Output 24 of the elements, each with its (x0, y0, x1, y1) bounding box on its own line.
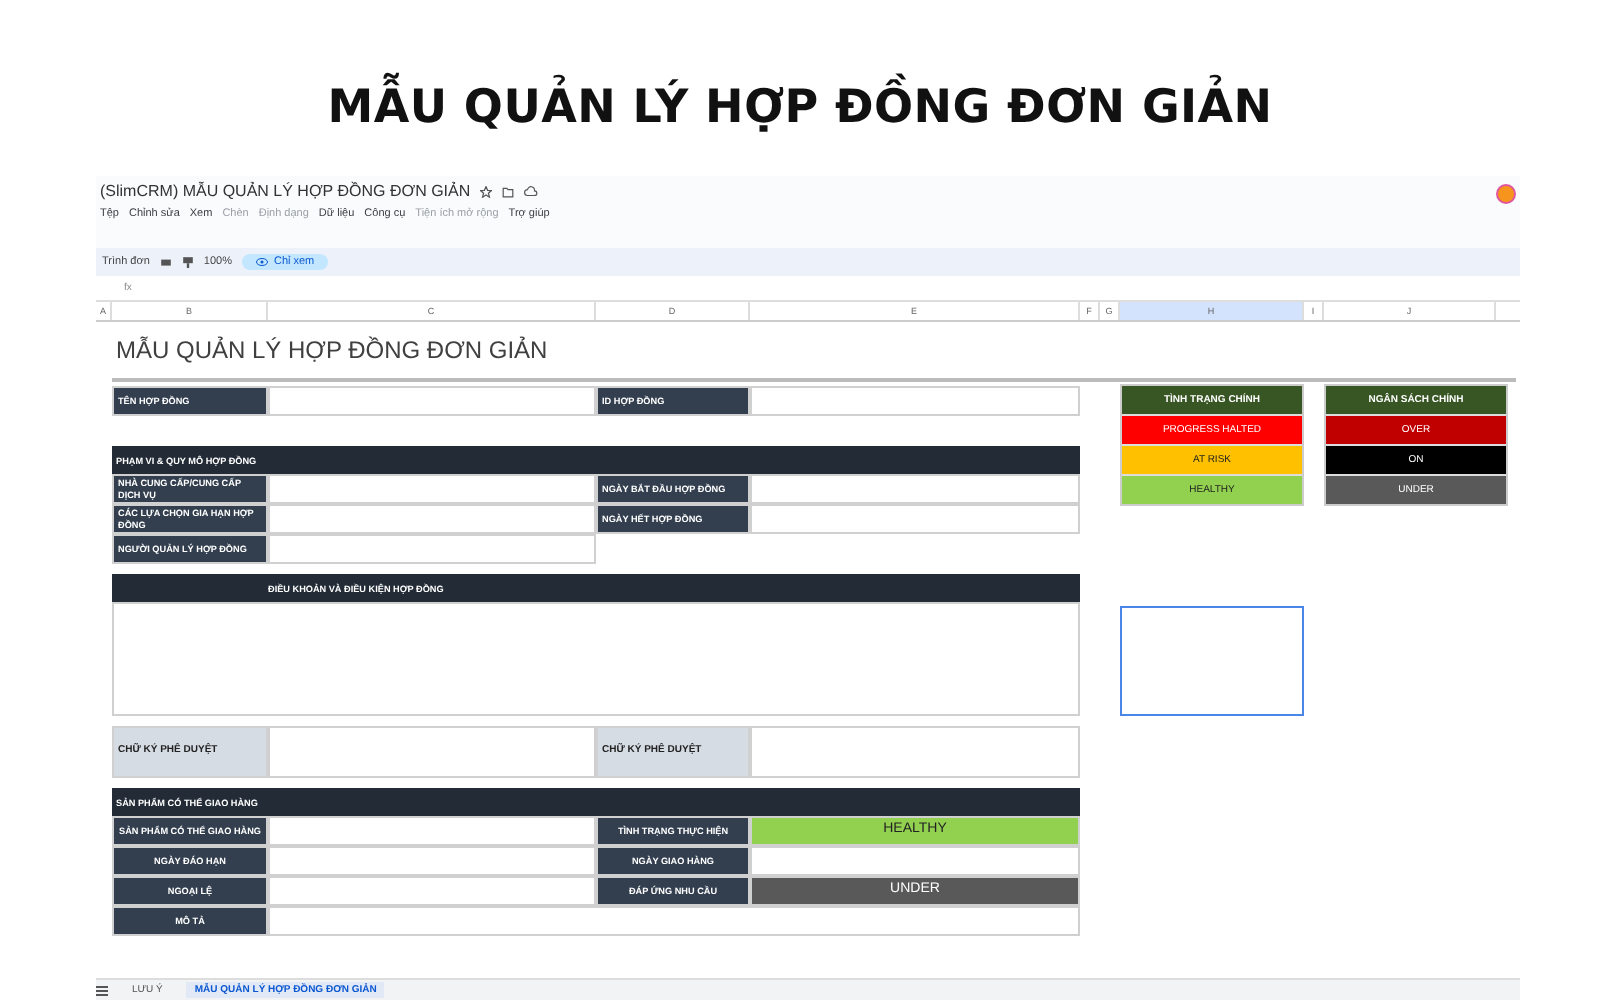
input-cell[interactable] (750, 386, 1080, 416)
cloud-icon[interactable] (524, 185, 539, 197)
input-cell[interactable] (268, 386, 596, 416)
page-heading: MẪU QUẢN LÝ HỢP ĐỒNG ĐƠN GIẢN (327, 76, 1273, 140)
text-area[interactable] (112, 602, 1080, 716)
input-cell[interactable] (268, 504, 596, 534)
avatar-icon[interactable] (1496, 184, 1516, 204)
input-cell[interactable] (750, 846, 1080, 876)
input-cell[interactable] (268, 534, 596, 564)
input-cell[interactable] (750, 474, 1080, 504)
input-cell[interactable] (268, 474, 596, 504)
input-cell[interactable] (750, 726, 1080, 778)
input-cell[interactable] (268, 816, 596, 846)
input-cell[interactable] (268, 846, 596, 876)
input-cell[interactable] (268, 726, 596, 778)
sheet-title: MẪU QUẢN LÝ HỢP ĐỒNG ĐƠN GIẢN (112, 322, 1516, 382)
input-cell[interactable] (268, 876, 596, 906)
input-cell[interactable] (268, 906, 1080, 936)
star-icon[interactable] (480, 185, 493, 197)
document-title: (SlimCRM) MẪU QUẢN LÝ HỢP ĐỒNG ĐƠN GIẢN (100, 182, 471, 200)
eye-icon (255, 258, 268, 266)
input-cell[interactable] (750, 504, 1080, 534)
folder-icon[interactable] (502, 185, 515, 197)
menu-icon[interactable] (96, 985, 108, 995)
